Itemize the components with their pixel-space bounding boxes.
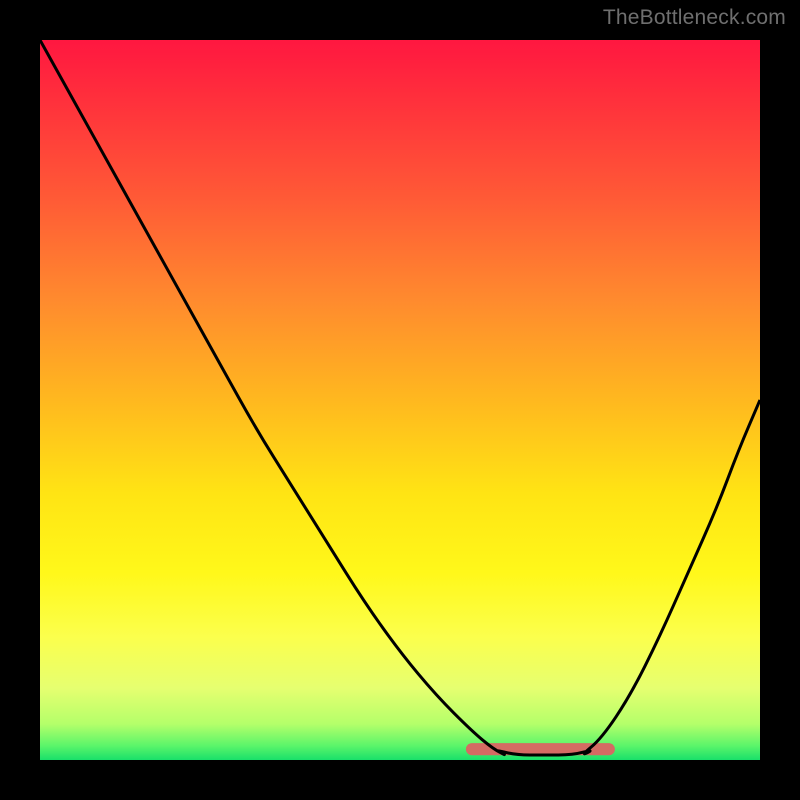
bottleneck-curve — [40, 40, 760, 755]
watermark-text: TheBottleneck.com — [603, 6, 786, 30]
curve-layer — [40, 40, 760, 760]
plot-area — [40, 40, 760, 760]
chart-frame: TheBottleneck.com — [0, 0, 800, 800]
